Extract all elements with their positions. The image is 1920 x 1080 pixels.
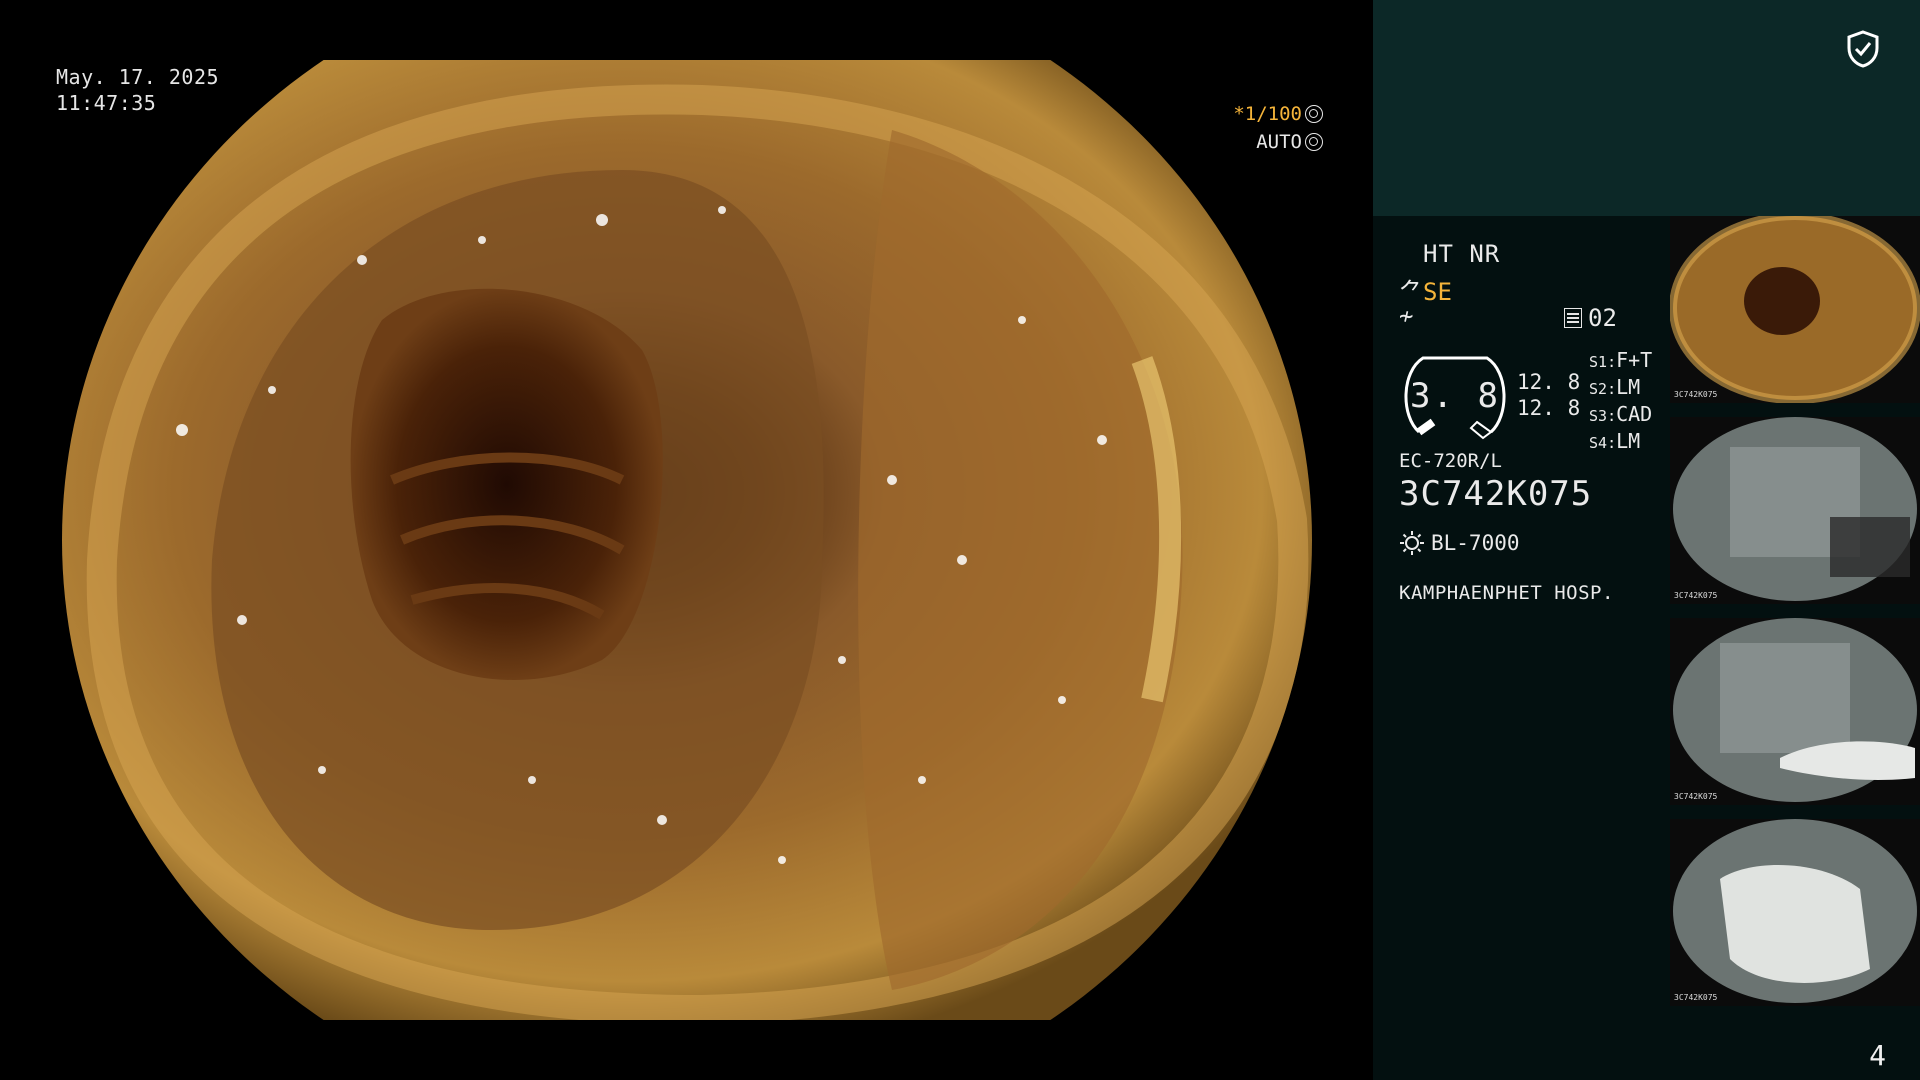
switch-key: S2 (1589, 380, 1608, 398)
switch-value: LM (1616, 375, 1641, 399)
gauge-value: 3. 8 (1410, 376, 1500, 416)
hospital-name: KAMPHAENPHET HOSP. (1399, 582, 1614, 604)
thumbnail-caption: 3C742K075 (1674, 390, 1718, 399)
panel-header (1373, 0, 1920, 216)
se-label: SE (1423, 278, 1452, 306)
endoscope-main-view: May. 17. 2025 11:47:35 *1/100 AUTO (0, 0, 1373, 1080)
switch-row: S2:LM (1589, 375, 1641, 399)
shutter-icon (1305, 105, 1323, 123)
ht-nr-label: HT NR (1423, 240, 1501, 268)
exposure-readout: *1/100 AUTO (1233, 100, 1323, 156)
switch-key: S1 (1589, 353, 1608, 371)
thumbnail-2[interactable]: 3C742K075 (1670, 417, 1920, 604)
thumbnail-strip: 3C742K075 3C742K075 3C742K075 3C742K075 (1670, 216, 1920, 1020)
switch-key: S4 (1589, 434, 1608, 452)
zoom-value-a: 12. 8 (1517, 370, 1581, 394)
datetime-readout: May. 17. 2025 11:47:35 (56, 64, 219, 116)
freeze-icon: ≁ (1399, 302, 1414, 330)
sun-icon (1400, 531, 1424, 555)
endoscope-image (62, 60, 1312, 1020)
iris-label: AUTO (1256, 131, 1302, 153)
light-source-row: BL-7000 (1399, 530, 1520, 556)
thumbnail-caption: 3C742K075 (1674, 993, 1718, 1002)
light-source-label: BL-7000 (1431, 531, 1520, 555)
thumbnail-caption: 3C742K075 (1674, 591, 1718, 600)
switch-value: CAD (1616, 402, 1653, 426)
time-label: 11:47:35 (56, 91, 157, 115)
thumbnail-1[interactable]: 3C742K075 (1670, 216, 1920, 403)
switch-row: S1:F+T (1589, 348, 1653, 372)
switch-key: S3 (1589, 407, 1608, 425)
date-label: May. 17. 2025 (56, 65, 220, 89)
iris-icon (1305, 133, 1323, 151)
thumbnail-caption: 3C742K075 (1674, 792, 1718, 801)
shield-check-icon (1847, 30, 1879, 68)
switch-value: LM (1616, 429, 1641, 453)
memory-icon (1564, 308, 1582, 328)
switch-value: F+T (1616, 348, 1653, 372)
thumbnail-3[interactable]: 3C742K075 (1670, 618, 1920, 805)
memory-row: 02 (1564, 304, 1617, 332)
shutter-label: *1/100 (1233, 103, 1302, 125)
switch-row: S3:CAD (1589, 402, 1653, 426)
switch-assignments: S1:F+T S2:LM S3:CAD S4:LM (1589, 348, 1652, 456)
switch-row: S4:LM (1589, 429, 1641, 453)
page-number: 4 (1869, 1039, 1886, 1072)
memory-label: 02 (1588, 304, 1617, 332)
info-side-panel: HT NR ⺈SE ≁ 02 3. 8 12. 8 12. 8 S1:F+T S… (1373, 0, 1920, 1080)
thumbnail-4[interactable]: 3C742K075 (1670, 819, 1920, 1006)
scope-model: EC-720R/L (1399, 450, 1502, 472)
zoom-value-b: 12. 8 (1517, 396, 1581, 420)
scope-serial: 3C742K075 (1399, 474, 1593, 514)
